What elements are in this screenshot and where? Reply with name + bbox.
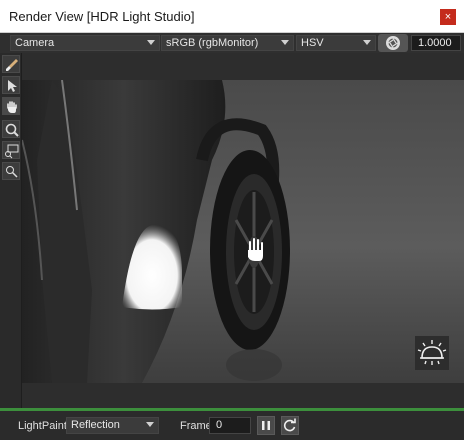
pointer-arrow-icon <box>8 80 17 92</box>
pause-icon <box>262 421 270 430</box>
light-toggle-button[interactable] <box>415 336 449 370</box>
colorspace-dropdown[interactable]: sRGB (rgbMonitor) <box>161 35 294 51</box>
title-bar: Render View [HDR Light Studio] × <box>0 0 464 33</box>
chevron-down-icon <box>146 422 154 427</box>
hand-cursor-palm <box>248 250 263 261</box>
view-toolbar: Camera sRGB (rgbMonitor) HSV 1.0000 <box>0 33 464 53</box>
window-title: Render View [HDR Light Studio] <box>9 9 195 24</box>
aperture-icon <box>386 36 400 50</box>
exposure-button[interactable] <box>378 34 408 52</box>
zoom-reset-icon <box>6 166 18 178</box>
dome-light-icon <box>415 336 449 370</box>
exposure-field[interactable]: 1.0000 <box>411 35 461 51</box>
zoom-region-icon <box>5 144 19 159</box>
camera-dropdown[interactable]: Camera <box>10 35 160 51</box>
render-image <box>22 80 464 383</box>
chevron-down-icon <box>281 40 289 45</box>
status-bar: LightPaint Reflection Frame 0 <box>0 411 464 440</box>
zoom-reset-button[interactable] <box>2 162 20 180</box>
lightpaint-mode-dropdown[interactable]: Reflection <box>66 417 159 434</box>
tool-palette <box>0 53 22 408</box>
close-button[interactable]: × <box>440 9 456 25</box>
paint-tool-button[interactable] <box>2 55 20 73</box>
pan-tool-button[interactable] <box>2 97 20 115</box>
paint-brush-icon <box>6 59 18 71</box>
color-mode-dropdown-value: HSV <box>301 37 324 49</box>
color-mode-dropdown[interactable]: HSV <box>296 35 376 51</box>
zoom-region-button[interactable] <box>2 141 20 159</box>
zoom-tool-button[interactable] <box>2 120 20 138</box>
pause-button[interactable] <box>257 416 275 435</box>
zoom-icon <box>5 123 19 137</box>
lightpaint-mode-value: Reflection <box>71 419 120 431</box>
chevron-down-icon <box>363 40 371 45</box>
colorspace-dropdown-value: sRGB (rgbMonitor) <box>166 37 259 49</box>
frame-field[interactable]: 0 <box>209 417 251 434</box>
lightpaint-label: LightPaint <box>18 420 67 432</box>
frame-label: Frame <box>180 420 212 432</box>
camera-dropdown-value: Camera <box>15 37 55 49</box>
render-viewport[interactable] <box>22 53 464 408</box>
refresh-button[interactable] <box>281 416 299 435</box>
chevron-down-icon <box>147 40 155 45</box>
hand-pan-icon <box>7 101 17 113</box>
refresh-icon <box>283 418 296 432</box>
select-tool-button[interactable] <box>2 76 20 94</box>
